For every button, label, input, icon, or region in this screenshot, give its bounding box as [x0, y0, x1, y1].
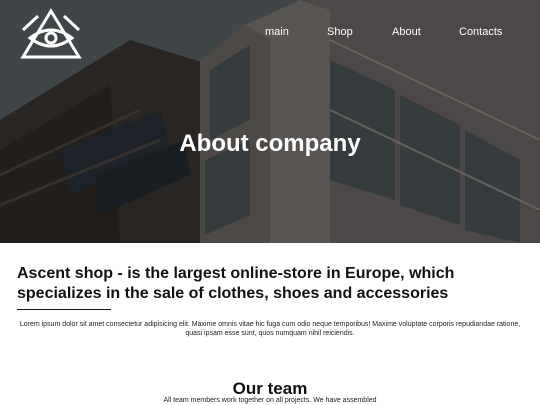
- team-section-title: Our team: [232, 379, 308, 398]
- nav-link-contacts[interactable]: Contacts: [459, 26, 502, 38]
- intro-body-text: Lorem ipsum dolor sit amet consectetur a…: [19, 321, 521, 337]
- nav-link-shop[interactable]: Shop: [327, 26, 353, 38]
- hero-banner: main Shop About Contacts About company: [0, 0, 540, 243]
- team-section-subtitle: All team members work together on all pr…: [163, 397, 377, 404]
- hero-title: About company: [179, 130, 361, 157]
- nav-link-main[interactable]: main: [265, 26, 289, 38]
- nav-link-about[interactable]: About: [392, 26, 421, 38]
- main-navigation: main Shop About Contacts: [0, 26, 540, 42]
- headline-divider: [17, 309, 111, 310]
- intro-headline: Ascent shop - is the largest online-stor…: [17, 265, 455, 302]
